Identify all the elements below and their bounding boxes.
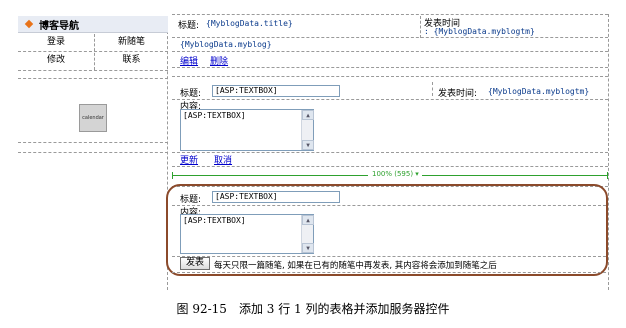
designer-top-edge — [172, 14, 608, 15]
designer-right-edge — [608, 14, 609, 290]
edit-title-textbox[interactable]: [ASP:TEXTBOX] — [212, 85, 340, 97]
calendar-placeholder[interactable]: calendar — [79, 104, 107, 132]
nav-divider — [94, 34, 95, 70]
edit-link[interactable]: 编辑 — [180, 54, 198, 67]
new-content-textarea[interactable]: [ASP:TEXTBOX] ▲ ▼ — [180, 214, 314, 254]
edit-time-binding: {MyblogData.myblogtm} — [488, 87, 590, 96]
scroll-down-icon[interactable]: ▼ — [302, 140, 314, 150]
ruler-label: 100% (595) ▾ — [372, 170, 419, 178]
textarea-scrollbar[interactable]: ▲ ▼ — [301, 215, 314, 253]
row-divider — [172, 37, 608, 38]
ruler-left-tick — [172, 172, 173, 179]
row-divider — [172, 67, 608, 68]
nav-panel: 博客导航 登录 新随笔 修改 联系 calendar — [18, 16, 168, 290]
width-ruler: 100% (595) ▾ — [172, 170, 608, 180]
display-body-binding: {MyblogData.myblog} — [180, 40, 272, 49]
row-divider — [172, 166, 608, 167]
delete-link[interactable]: 删除 — [210, 54, 228, 67]
dropdown-arrow-icon[interactable]: ▾ — [415, 170, 419, 178]
column-divider — [432, 82, 433, 96]
nav-divider — [18, 78, 168, 79]
scroll-up-icon[interactable]: ▲ — [302, 110, 314, 120]
column-divider — [420, 16, 421, 38]
ruler-right-line — [422, 175, 608, 176]
content-area: 标题: {MyblogData.title} 发表时间 : {MyblogDat… — [166, 14, 608, 290]
textarea-scrollbar[interactable]: ▲ ▼ — [301, 110, 314, 150]
nav-item-new-post[interactable]: 新随笔 — [95, 35, 168, 49]
nav-item-contact[interactable]: 联系 — [95, 53, 168, 67]
nav-divider — [18, 152, 168, 153]
new-title-textbox[interactable]: [ASP:TEXTBOX] — [212, 191, 340, 203]
nav-header-title: 博客导航 — [39, 20, 79, 32]
row-divider — [172, 272, 606, 273]
row-divider — [172, 99, 608, 100]
cancel-link[interactable]: 取消 — [214, 153, 232, 166]
update-link[interactable]: 更新 — [180, 153, 198, 166]
post-notice: 每天只限一篇随笔, 如果在已有的随笔中再发表, 其内容将会添加到随笔之后 — [214, 261, 497, 271]
scroll-down-icon[interactable]: ▼ — [302, 243, 314, 253]
row-divider — [172, 256, 606, 257]
display-title-label: 标题: — [178, 21, 200, 31]
scroll-up-icon[interactable]: ▲ — [302, 215, 314, 225]
display-title-binding: {MyblogData.title} — [206, 19, 293, 28]
row-divider — [172, 152, 608, 153]
nav-divider — [18, 51, 168, 52]
edit-time-label: 发表时间: — [438, 89, 478, 99]
nav-divider — [18, 70, 168, 71]
figure-caption: 图 92-15 添加 3 行 1 列的表格并添加服务器控件 — [176, 302, 450, 316]
new-title-label: 标题: — [180, 195, 202, 205]
nav-item-login[interactable]: 登录 — [18, 35, 94, 49]
submit-button[interactable]: 发表 — [180, 257, 210, 270]
display-time-binding: : {MyblogData.myblogtm} — [424, 27, 535, 36]
edit-title-label: 标题: — [180, 89, 202, 99]
nav-header: 博客导航 — [18, 16, 168, 33]
row-divider — [172, 205, 606, 206]
nav-item-edit[interactable]: 修改 — [18, 53, 94, 67]
row-divider — [172, 51, 608, 52]
edit-content-textarea[interactable]: [ASP:TEXTBOX] ▲ ▼ — [180, 109, 314, 151]
nav-divider — [18, 142, 168, 143]
row-divider — [172, 76, 608, 77]
diamond-icon — [24, 19, 34, 29]
ruler-left-line — [172, 175, 368, 176]
